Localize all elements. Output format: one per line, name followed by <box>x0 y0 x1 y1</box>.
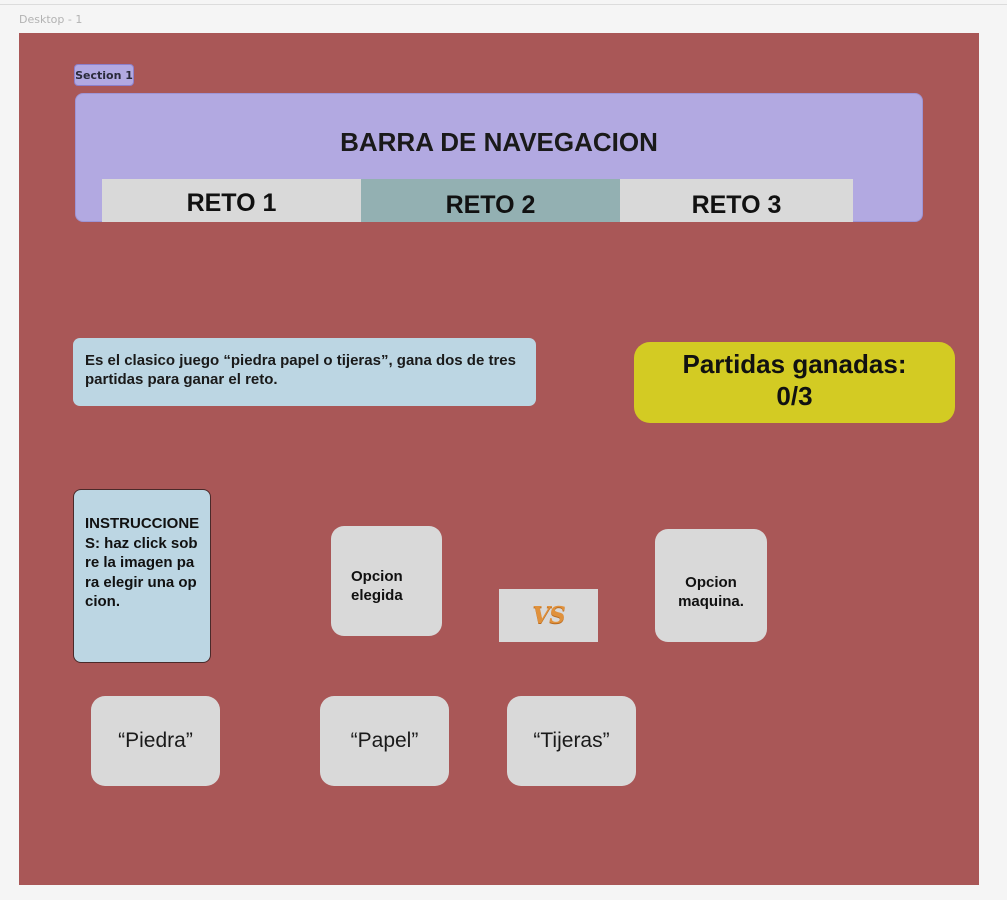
score-value: 0/3 <box>776 381 813 411</box>
top-divider <box>0 4 1007 5</box>
versus-badge: VS <box>499 589 598 642</box>
navbar-title: BARRA DE NAVEGACION <box>340 127 658 157</box>
instructions-panel: INSTRUCCIONES: haz click sobre la imagen… <box>73 489 211 663</box>
machine-option-card: Opcion maquina. <box>655 529 767 642</box>
chosen-option-card: Opcion elegida <box>331 526 442 636</box>
choice-piedra-button[interactable]: “Piedra” <box>91 696 220 786</box>
frame-label[interactable]: Desktop - 1 <box>19 13 82 26</box>
score-label: Partidas ganadas: <box>682 349 907 379</box>
choice-papel-button[interactable]: “Papel” <box>320 696 449 786</box>
tab-reto-1[interactable]: RETO 1 <box>102 179 361 222</box>
score-panel: Partidas ganadas: 0/3 <box>634 342 955 423</box>
choice-tijeras-button[interactable]: “Tijeras” <box>507 696 636 786</box>
game-description: Es el clasico juego “piedra papel o tije… <box>73 338 536 406</box>
tab-reto-3[interactable]: RETO 3 <box>620 179 853 222</box>
tab-reto-2[interactable]: RETO 2 <box>361 179 620 222</box>
section-label[interactable]: Section 1 <box>74 64 134 86</box>
